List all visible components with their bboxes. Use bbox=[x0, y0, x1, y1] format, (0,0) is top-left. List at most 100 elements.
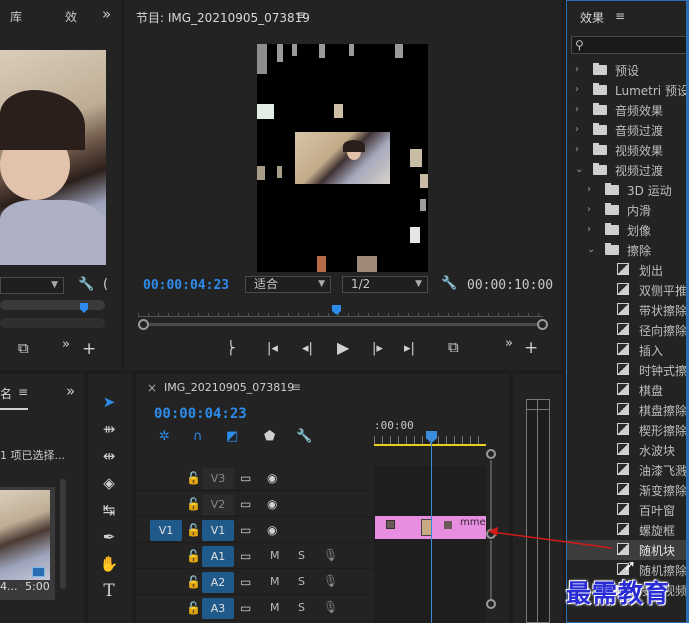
timeline-scroll-track-2[interactable] bbox=[490, 540, 492, 600]
timeline-scroll-bottom[interactable] bbox=[486, 599, 496, 609]
chevron-right-icon[interactable]: › bbox=[575, 124, 579, 135]
microphone-icon[interactable]: 🎙 bbox=[323, 549, 338, 561]
add-button[interactable]: + bbox=[82, 341, 96, 358]
source-fit-dropdown[interactable]: ▼ bbox=[0, 277, 64, 294]
effect-item[interactable]: 百叶窗 bbox=[567, 500, 688, 520]
chevron-right-icon[interactable]: › bbox=[587, 184, 591, 195]
chevron-right-icon[interactable]: › bbox=[575, 104, 579, 115]
ripple-edit-tool-icon[interactable]: ⇹ bbox=[96, 444, 122, 468]
lock-icon[interactable]: 🔓 bbox=[186, 602, 201, 614]
effect-item[interactable]: 棋盘 bbox=[567, 380, 688, 400]
effect-item[interactable]: 插入 bbox=[567, 340, 688, 360]
mute-button[interactable]: M bbox=[270, 601, 280, 614]
hand-tool-icon[interactable]: ✋ bbox=[96, 552, 122, 576]
solo-button[interactable]: S bbox=[298, 601, 305, 614]
track-target-v2[interactable]: V2 bbox=[202, 494, 234, 515]
type-tool-icon[interactable]: T bbox=[96, 579, 122, 603]
add-marker-icon[interactable]: ⬟ bbox=[264, 430, 275, 443]
lock-icon[interactable]: 🔓 bbox=[186, 550, 201, 562]
eye-icon[interactable]: ◉ bbox=[267, 498, 277, 510]
chevron-right-icon[interactable]: › bbox=[587, 204, 591, 215]
effect-item[interactable]: 随机块 bbox=[567, 540, 688, 560]
track-target-a2[interactable]: A2 bbox=[202, 572, 234, 593]
more-icon[interactable]: ( bbox=[103, 278, 108, 291]
effect-folder[interactable]: › 3D 运动 bbox=[567, 180, 688, 200]
play-icon[interactable]: ▶ bbox=[337, 340, 349, 356]
track-row-a2[interactable]: 🔓 A2 ▭ M S 🎙 bbox=[136, 570, 373, 595]
program-resolution-dropdown[interactable]: 1/2 ▼ bbox=[342, 276, 428, 293]
mute-button[interactable]: M bbox=[270, 575, 280, 588]
panel-menu-icon[interactable]: ≡ bbox=[291, 380, 301, 394]
source-playhead[interactable] bbox=[80, 303, 88, 313]
go-to-out-icon[interactable]: ▸| bbox=[404, 342, 415, 355]
sync-lock-icon[interactable]: ▭ bbox=[240, 550, 251, 562]
chevron-right-icon[interactable]: › bbox=[575, 64, 579, 75]
track-target-v3[interactable]: V3 bbox=[202, 468, 234, 489]
chevron-right-icon[interactable]: › bbox=[575, 84, 579, 95]
track-target-a1[interactable]: A1 bbox=[202, 546, 234, 567]
linked-selection-icon[interactable]: ∩ bbox=[193, 430, 203, 443]
effect-item[interactable]: 径向擦除 bbox=[567, 320, 688, 340]
effect-item[interactable]: 螺旋框 bbox=[567, 520, 688, 540]
chevron-right-icon[interactable]: › bbox=[575, 144, 579, 155]
effect-folder[interactable]: › 预设 bbox=[567, 60, 688, 80]
program-fit-dropdown[interactable]: 适合 ▼ bbox=[245, 276, 331, 293]
timeline-settings-icon[interactable]: 🔧 bbox=[296, 430, 312, 443]
eye-icon[interactable]: ◉ bbox=[267, 472, 277, 484]
effect-folder[interactable]: ⌄ 视频过渡 bbox=[567, 160, 688, 180]
track-target-v1[interactable]: V1 bbox=[202, 520, 234, 541]
program-in-handle[interactable] bbox=[138, 319, 149, 330]
snap-icon[interactable]: ✲ bbox=[159, 430, 170, 443]
mark-in-icon[interactable]: ⎬ bbox=[226, 342, 236, 355]
source-scrub-bar[interactable] bbox=[0, 300, 105, 310]
tab-effects[interactable]: 效 bbox=[65, 8, 77, 25]
sync-lock-icon[interactable]: ▭ bbox=[240, 498, 251, 510]
effect-item[interactable]: 楔形擦除 bbox=[567, 420, 688, 440]
wrench-icon[interactable]: 🔧 bbox=[441, 277, 457, 290]
sequence-tab[interactable]: IMG_20210905_073819 bbox=[164, 381, 294, 394]
razor-tool-icon[interactable]: ◈ bbox=[96, 471, 122, 495]
tab-library[interactable]: 库 bbox=[10, 8, 22, 25]
timeline-scroll-top[interactable] bbox=[486, 449, 496, 459]
track-row-v1[interactable]: V1 🔓 V1 ▭ ◉ bbox=[136, 518, 373, 543]
timeline-timecode[interactable]: 00:00:04:23 bbox=[154, 406, 247, 422]
timeline-scroll-track[interactable] bbox=[490, 460, 492, 530]
effect-item[interactable]: 划出 bbox=[567, 260, 688, 280]
effect-item[interactable]: 时钟式擦 bbox=[567, 360, 688, 380]
mute-button[interactable]: M bbox=[270, 549, 280, 562]
chevron-down-icon[interactable]: ⌄ bbox=[575, 164, 583, 175]
export-frame-icon[interactable]: ⧉ bbox=[448, 340, 459, 355]
program-current-timecode[interactable]: 00:00:04:23 bbox=[143, 278, 229, 293]
sync-lock-icon[interactable]: ▭ bbox=[240, 524, 251, 536]
track-target-a3[interactable]: A3 bbox=[202, 598, 234, 619]
go-to-in-icon[interactable]: |◂ bbox=[267, 342, 278, 355]
program-out-handle[interactable] bbox=[537, 319, 548, 330]
panel-menu-icon[interactable]: ≡ bbox=[296, 8, 306, 22]
sync-lock-icon[interactable]: ▭ bbox=[240, 602, 251, 614]
program-monitor-title[interactable]: 节目: IMG_20210905_073819 bbox=[136, 9, 310, 26]
program-scrub-bar[interactable] bbox=[142, 323, 542, 326]
sync-lock-icon[interactable]: ▭ bbox=[240, 576, 251, 588]
project-clip-thumbnail[interactable]: 4... 5:00 bbox=[0, 487, 55, 600]
solo-button[interactable]: S bbox=[298, 575, 305, 588]
effect-item[interactable]: 水波块 bbox=[567, 440, 688, 460]
source-patch-v1[interactable]: V1 bbox=[150, 520, 182, 541]
export-frame-icon[interactable]: ⧉ bbox=[18, 341, 29, 356]
overflow-icon[interactable]: » bbox=[505, 337, 513, 350]
effect-folder[interactable]: › 音频效果 bbox=[567, 100, 688, 120]
step-back-icon[interactable]: ◂| bbox=[302, 342, 313, 355]
effect-folder[interactable]: › 音频过渡 bbox=[567, 120, 688, 140]
effect-folder[interactable]: › 视频效果 bbox=[567, 140, 688, 160]
effect-folder[interactable]: › Lumetri 预设 bbox=[567, 80, 688, 100]
lock-icon[interactable]: 🔓 bbox=[186, 576, 201, 588]
eye-icon[interactable]: ◉ bbox=[267, 524, 277, 536]
track-row-a1[interactable]: 🔓 A1 ▭ M S 🎙 bbox=[136, 544, 373, 569]
track-row-a3[interactable]: 🔓 A3 ▭ M S 🎙 bbox=[136, 596, 373, 621]
slip-tool-icon[interactable]: ↹ bbox=[96, 498, 122, 522]
effect-folder[interactable]: › 划像 bbox=[567, 220, 688, 240]
microphone-icon[interactable]: 🎙 bbox=[323, 575, 338, 587]
project-scrollbar[interactable] bbox=[60, 479, 66, 589]
lock-icon[interactable]: 🔓 bbox=[186, 524, 201, 536]
track-select-tool-icon[interactable]: ⇻ bbox=[96, 417, 122, 441]
chevron-down-icon[interactable]: ⌄ bbox=[587, 244, 595, 255]
